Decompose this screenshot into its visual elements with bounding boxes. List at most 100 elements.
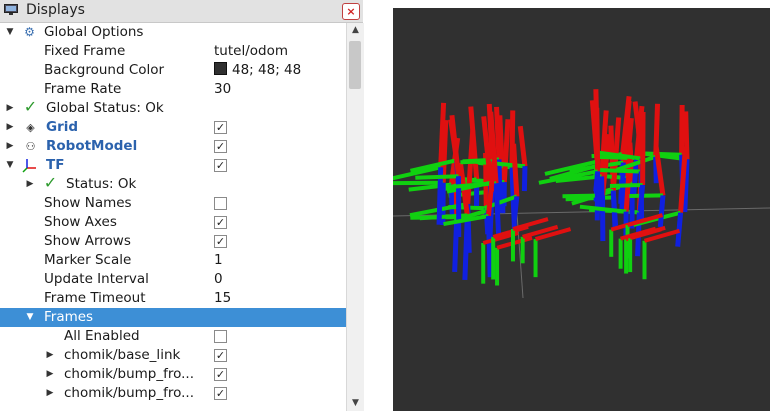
close-button[interactable]: × — [342, 3, 360, 20]
displays-panel: Displays × ▼ ⚙ Global Options Fixed Fram… — [0, 0, 365, 411]
collapse-arrow-icon[interactable]: ▼ — [25, 308, 35, 327]
show-arrows-label: Show Arrows — [44, 232, 131, 251]
scroll-down-arrow-icon[interactable]: ▼ — [347, 396, 364, 411]
tf-axis-line — [497, 107, 499, 160]
frame-item-label: chomik/bump_fro... — [64, 365, 194, 384]
grid-checkbox[interactable]: ✓ — [214, 121, 227, 134]
panel-splitter[interactable] — [365, 0, 393, 411]
tree-row-frame-item[interactable]: ▶ chomik/bump_fro... ✓ — [0, 384, 346, 403]
tree-row-marker-scale[interactable]: Marker Scale 1 — [0, 251, 346, 270]
tf-axis-line — [640, 185, 643, 211]
tree-row-update-interval[interactable]: Update Interval 0 — [0, 270, 346, 289]
frame-timeout-label: Frame Timeout — [44, 289, 146, 308]
tree-row-frame-timeout[interactable]: Frame Timeout 15 — [0, 289, 346, 308]
tf-axis-line — [580, 207, 626, 212]
color-swatch[interactable] — [214, 62, 227, 75]
monitor-icon — [4, 4, 18, 16]
robot-model-checkbox[interactable]: ✓ — [214, 140, 227, 153]
scrollbar-thumb[interactable] — [349, 41, 361, 89]
all-enabled-checkbox[interactable] — [214, 330, 227, 343]
tf-axes-cluster — [393, 89, 687, 285]
3d-viewport[interactable] — [393, 8, 770, 411]
collapse-arrow-icon[interactable]: ▼ — [5, 156, 15, 175]
tree-row-background-color[interactable]: Background Color 48; 48; 48 — [0, 61, 346, 80]
tf-axis-line — [597, 108, 598, 171]
tree-row-frames[interactable]: ▼ Frames — [0, 308, 346, 327]
tf-axis-line — [514, 196, 517, 219]
frame-item-label: chomik/bump_fro... — [64, 384, 194, 403]
tree-row-frame-item[interactable]: ▶ chomik/base_link ✓ — [0, 346, 346, 365]
expand-arrow-icon[interactable]: ▶ — [25, 175, 35, 194]
tree-row-robot-model[interactable]: ▶ ⚇ RobotModel ✓ — [0, 137, 346, 156]
tf-checkbox[interactable]: ✓ — [214, 159, 227, 172]
robot-model-label: RobotModel — [46, 137, 137, 156]
tf-axis-line — [488, 216, 490, 277]
tree-row-frame-rate[interactable]: Frame Rate 30 — [0, 80, 346, 99]
fixed-frame-label: Fixed Frame — [44, 42, 125, 61]
gear-icon: ⚙ — [22, 25, 37, 40]
robot-icon: ⚇ — [23, 139, 38, 154]
tf-axis-line — [629, 195, 663, 196]
vertical-scrollbar[interactable]: ▲ ▼ — [346, 23, 364, 411]
show-names-checkbox[interactable] — [214, 197, 227, 210]
frame-item-checkbox[interactable]: ✓ — [214, 368, 227, 381]
tf-axis-line — [682, 105, 683, 155]
tf-axis-line — [504, 119, 508, 182]
marker-scale-label: Marker Scale — [44, 251, 131, 270]
displays-tree[interactable]: ▼ ⚙ Global Options Fixed Frame tutel/odo… — [0, 23, 346, 411]
tree-row-show-arrows[interactable]: Show Arrows ✓ — [0, 232, 346, 251]
tf-axis-line — [520, 126, 525, 166]
expand-arrow-icon[interactable]: ▶ — [5, 99, 15, 118]
background-color-text: 48; 48; 48 — [232, 62, 301, 78]
frame-item-checkbox[interactable]: ✓ — [214, 387, 227, 400]
show-arrows-checkbox[interactable]: ✓ — [214, 235, 227, 248]
expand-arrow-icon[interactable]: ▶ — [45, 384, 55, 403]
panel-title: Displays — [26, 2, 85, 18]
frame-item-checkbox[interactable]: ✓ — [214, 349, 227, 362]
grid-label: Grid — [46, 118, 78, 137]
expand-arrow-icon[interactable]: ▶ — [45, 346, 55, 365]
tree-row-fixed-frame[interactable]: Fixed Frame tutel/odom — [0, 42, 346, 61]
show-names-label: Show Names — [44, 194, 132, 213]
background-color-value[interactable]: 48; 48; 48 — [214, 61, 301, 80]
tf-axis-line — [465, 215, 467, 280]
tree-row-global-options[interactable]: ▼ ⚙ Global Options — [0, 23, 346, 42]
tree-row-tf-status[interactable]: ▶ ✓ Status: Ok — [0, 175, 346, 194]
tf-axis-line — [514, 144, 517, 197]
show-axes-checkbox[interactable]: ✓ — [214, 216, 227, 229]
tf-axis-line — [660, 195, 663, 227]
expand-arrow-icon[interactable]: ▶ — [45, 365, 55, 384]
update-interval-value[interactable]: 0 — [214, 270, 223, 289]
frame-timeout-value[interactable]: 15 — [214, 289, 231, 308]
show-axes-label: Show Axes — [44, 213, 117, 232]
tree-row-grid[interactable]: ▶ ◈ Grid ✓ — [0, 118, 346, 137]
tf-axis-line — [441, 103, 444, 167]
collapse-arrow-icon[interactable]: ▼ — [5, 23, 15, 42]
tree-row-show-names[interactable]: Show Names — [0, 194, 346, 213]
update-interval-label: Update Interval — [44, 270, 149, 289]
tree-row-all-enabled[interactable]: All Enabled — [0, 327, 346, 346]
checkmark-icon: ✓ — [43, 175, 58, 190]
tree-row-global-status[interactable]: ▶ ✓ Global Status: Ok — [0, 99, 346, 118]
marker-scale-value[interactable]: 1 — [214, 251, 223, 270]
checkmark-icon: ✓ — [23, 99, 38, 114]
tf-axis-line — [524, 166, 525, 191]
all-enabled-label: All Enabled — [64, 327, 140, 346]
tf-axis-line — [415, 176, 458, 178]
frames-label: Frames — [44, 308, 93, 327]
expand-arrow-icon[interactable]: ▶ — [5, 137, 15, 156]
grid-icon: ◈ — [23, 120, 38, 135]
tree-row-frame-item[interactable]: ▶ chomik/bump_fro... ✓ — [0, 365, 346, 384]
frame-item-label: chomik/base_link — [64, 346, 180, 365]
frame-rate-value[interactable]: 30 — [214, 80, 231, 99]
expand-arrow-icon[interactable]: ▶ — [5, 118, 15, 137]
frame-rate-label: Frame Rate — [44, 80, 121, 99]
global-status-label: Global Status: Ok — [46, 99, 164, 118]
fixed-frame-value[interactable]: tutel/odom — [214, 42, 288, 61]
global-options-label: Global Options — [44, 23, 143, 42]
tf-axes-icon — [22, 158, 37, 173]
tree-row-show-axes[interactable]: Show Axes ✓ — [0, 213, 346, 232]
tf-frames-scene[interactable] — [393, 8, 770, 411]
tf-status-label: Status: Ok — [66, 175, 136, 194]
scroll-up-arrow-icon[interactable]: ▲ — [347, 23, 364, 38]
